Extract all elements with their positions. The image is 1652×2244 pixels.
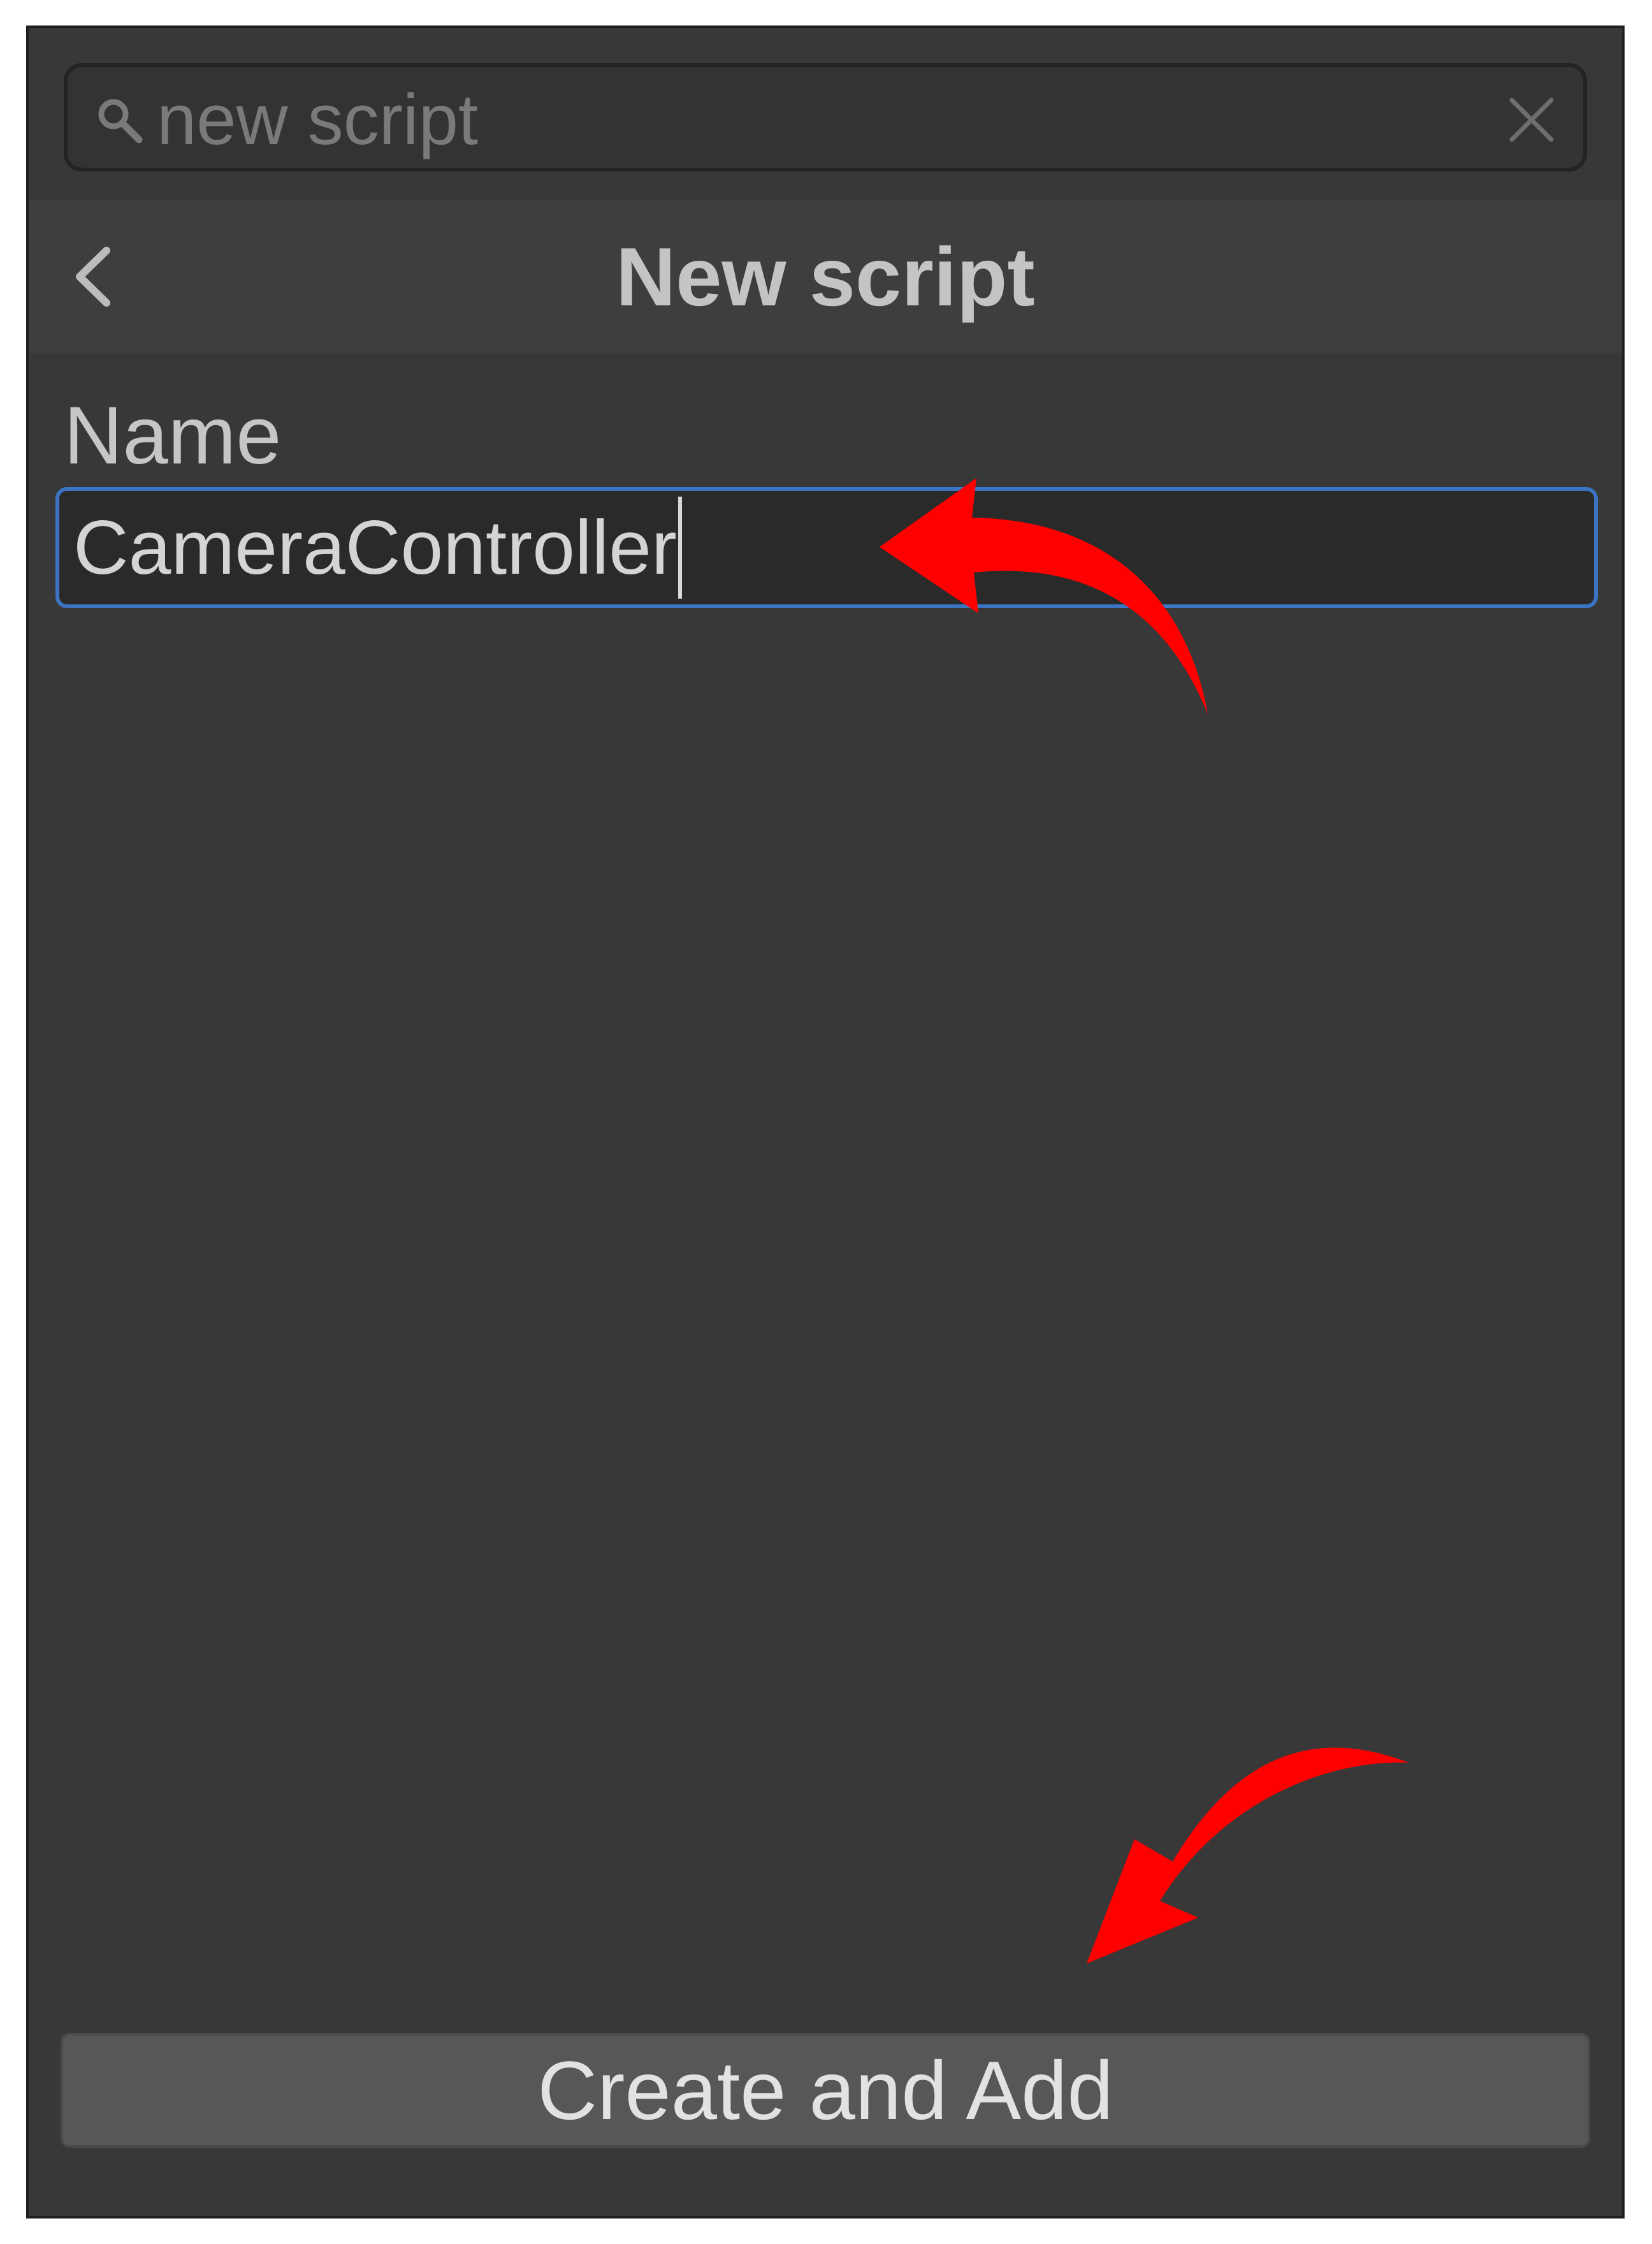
- search-input[interactable]: new script: [64, 63, 1587, 171]
- create-and-add-button[interactable]: Create and Add: [61, 2033, 1590, 2148]
- create-and-add-label: Create and Add: [537, 2044, 1113, 2137]
- name-label: Name: [64, 390, 282, 481]
- search-query-text: new script: [157, 80, 479, 159]
- close-icon[interactable]: [1505, 94, 1558, 146]
- new-script-panel: new script New script Name CameraControl…: [26, 26, 1625, 2218]
- search-icon: [98, 99, 143, 143]
- script-name-value: CameraController: [73, 505, 677, 590]
- panel-header: New script: [29, 200, 1622, 353]
- page-title: New script: [616, 230, 1035, 323]
- text-caret: [678, 497, 682, 599]
- script-name-field[interactable]: CameraController: [55, 487, 1598, 608]
